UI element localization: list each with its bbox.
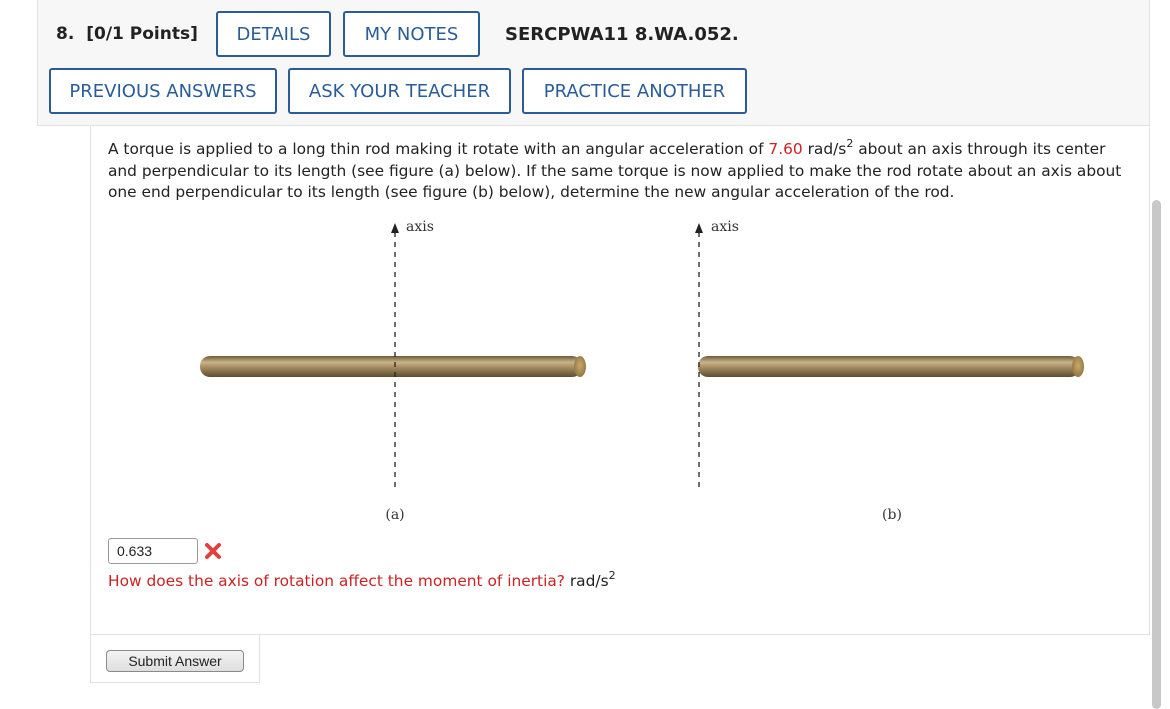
answer-input[interactable] — [108, 538, 198, 564]
problem-text: A torque is applied to a long thin rod m… — [108, 136, 1133, 204]
question-code: SERCPWA11 8.WA.052. — [505, 24, 739, 45]
points-label: [0/1 Points] — [86, 24, 198, 44]
answer-unit-exponent: 2 — [608, 568, 616, 582]
previous-answers-button[interactable]: PREVIOUS ANSWERS — [49, 68, 277, 114]
rod-b — [698, 356, 1080, 377]
x-mark-icon — [205, 543, 221, 559]
question-number: 8. [0/1 Points] — [56, 24, 198, 44]
problem-text-start: A torque is applied to a long thin rod m… — [108, 140, 769, 158]
question-number-label: 8. — [56, 24, 75, 44]
rod-a — [200, 356, 582, 377]
practice-another-button[interactable]: PRACTICE ANOTHER — [522, 68, 747, 114]
axis-label-a: axis — [406, 219, 434, 235]
answer-unit-base: rad/s — [569, 572, 609, 590]
given-unit: rad/s — [802, 140, 847, 158]
answer-unit: rad/s2 — [569, 568, 616, 590]
my-notes-button[interactable]: MY NOTES — [343, 11, 480, 57]
figure-b: axis (b) — [695, 219, 1084, 523]
details-button[interactable]: DETAILS — [216, 11, 331, 57]
axis-arrow-a-icon — [391, 223, 399, 233]
given-value: 7.60 — [768, 140, 803, 158]
rod-figure: axis (a) axis (b) — [200, 219, 1084, 523]
caption-a: (a) — [385, 507, 404, 523]
ask-your-teacher-button[interactable]: ASK YOUR TEACHER — [288, 68, 511, 114]
caption-b: (b) — [882, 507, 902, 523]
scrollbar-thumb[interactable] — [1152, 200, 1161, 709]
axis-arrow-b-icon — [695, 223, 703, 233]
axis-label-b: axis — [711, 219, 739, 235]
rod-a-end-cap — [574, 356, 586, 377]
submit-answer-button[interactable]: Submit Answer — [106, 650, 244, 672]
answer-feedback: How does the axis of rotation affect the… — [108, 568, 616, 590]
feedback-hint: How does the axis of rotation affect the… — [108, 572, 565, 590]
given-unit-exponent: 2 — [846, 136, 854, 150]
figure-a: axis (a) — [200, 219, 586, 523]
rod-b-end-cap — [1072, 356, 1084, 377]
